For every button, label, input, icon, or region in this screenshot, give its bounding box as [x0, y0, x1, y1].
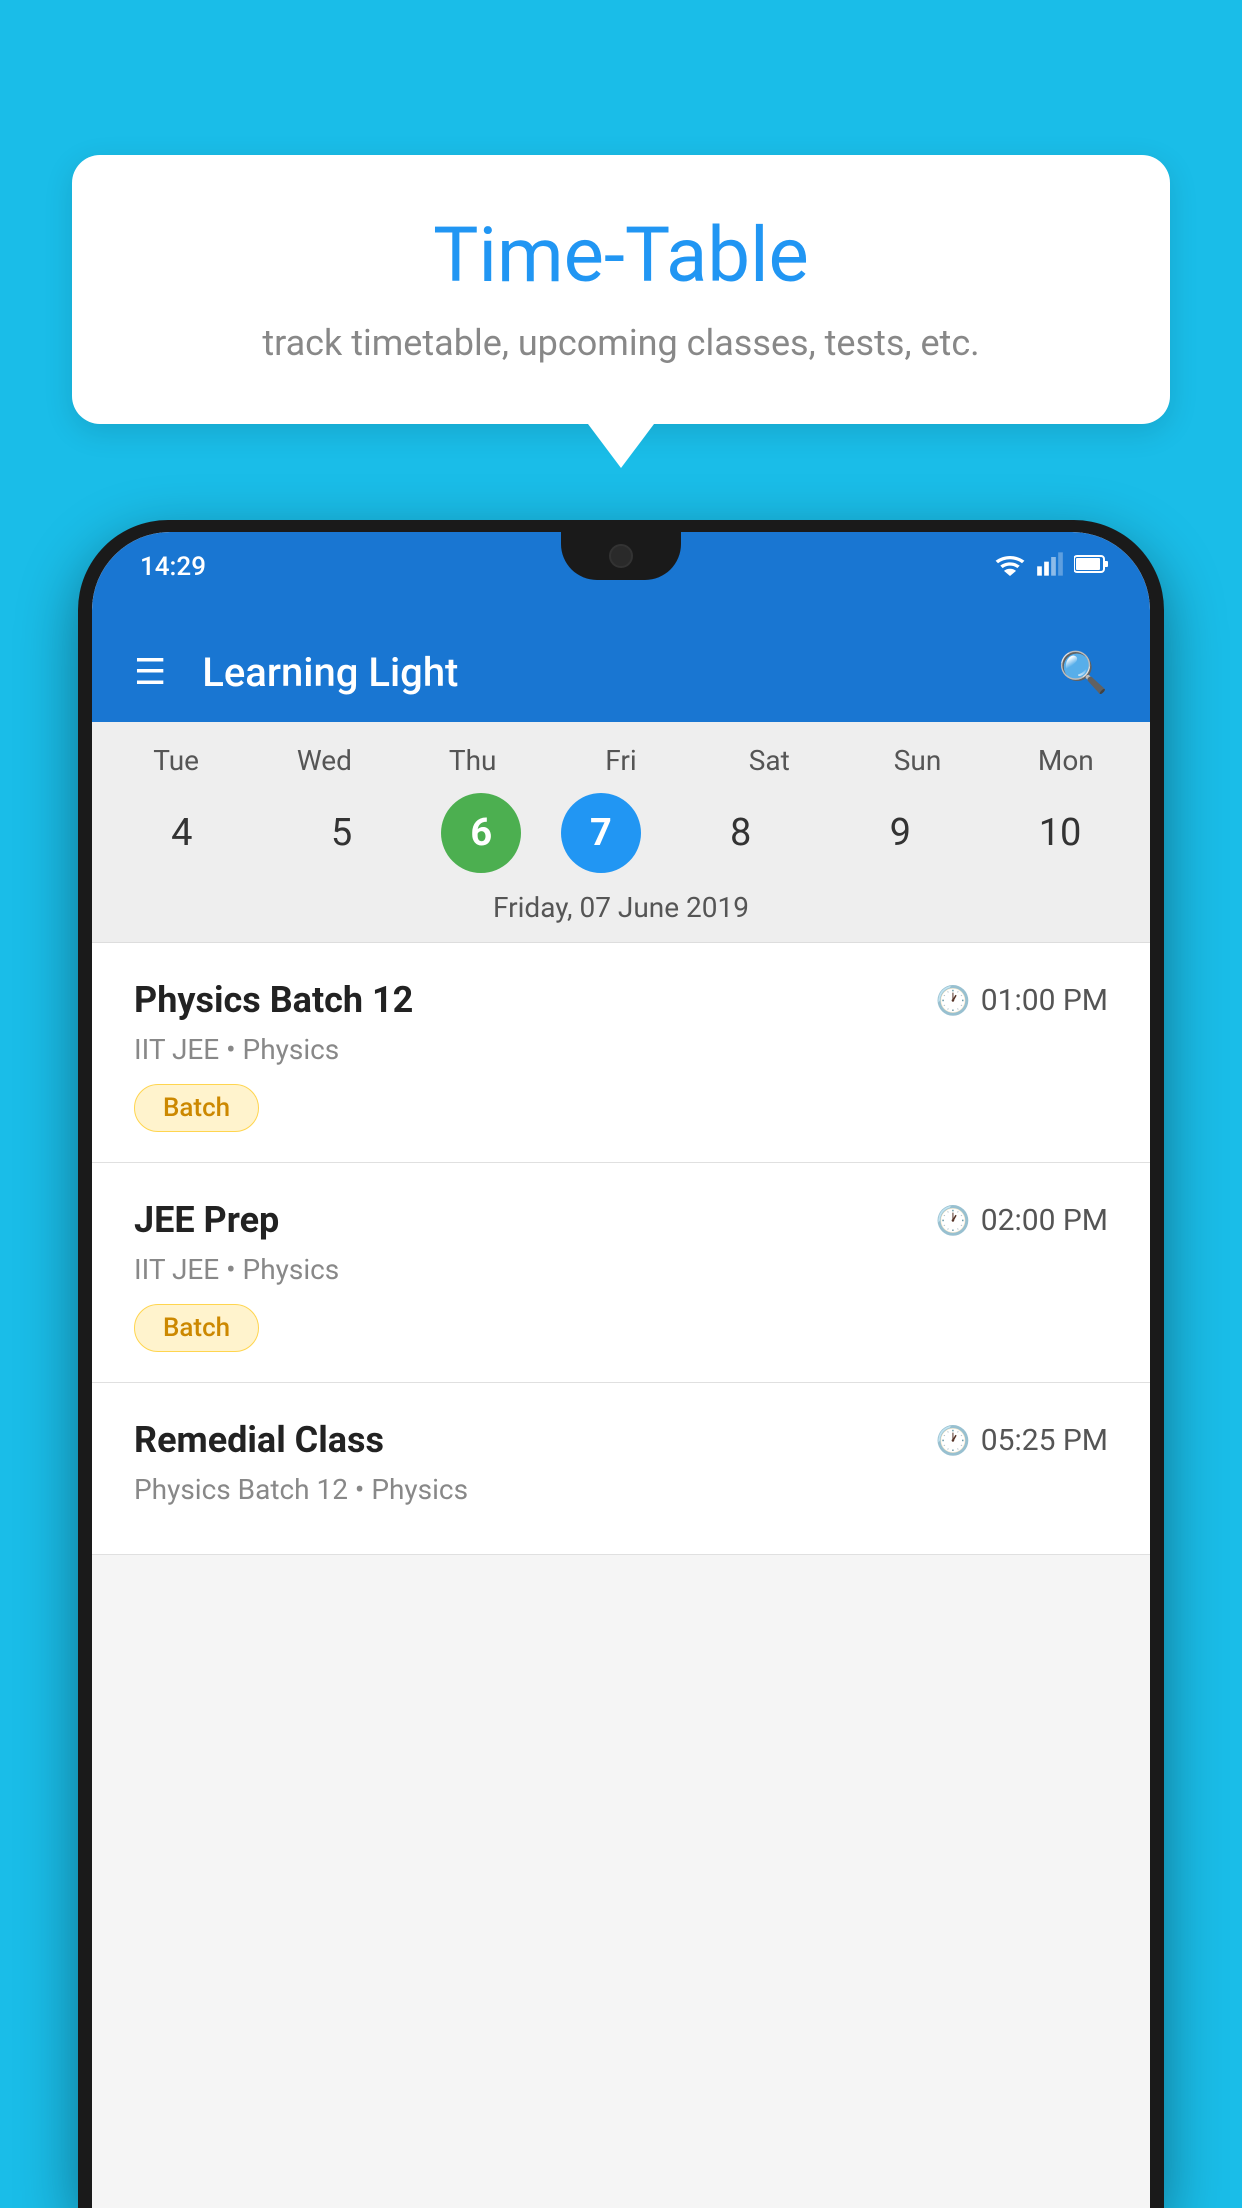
- app-title: Learning Light: [202, 649, 1022, 696]
- day-label-tue: Tue: [116, 744, 236, 777]
- day-label-sat: Sat: [709, 744, 829, 777]
- status-time: 14:29: [140, 552, 206, 582]
- search-icon[interactable]: 🔍: [1058, 649, 1108, 696]
- notch-cutout: [561, 532, 681, 580]
- app-toolbar: ☰ Learning Light 🔍: [92, 622, 1150, 722]
- schedule-item-3[interactable]: Remedial Class 🕐 05:25 PM Physics Batch …: [92, 1383, 1150, 1555]
- tooltip-card: Time-Table track timetable, upcoming cla…: [72, 155, 1170, 424]
- schedule-item-1-subtitle: IIT JEE • Physics: [134, 1033, 1108, 1066]
- phone-frame: 14:29: [78, 520, 1164, 2208]
- day-5[interactable]: 5: [282, 793, 402, 873]
- day-label-mon: Mon: [1006, 744, 1126, 777]
- schedule-item-2-header: JEE Prep 🕐 02:00 PM: [134, 1199, 1108, 1241]
- calendar-days-numbers: 4 5 6 7 8 9 10: [92, 793, 1150, 873]
- schedule-item-2-time: 🕐 02:00 PM: [936, 1203, 1108, 1238]
- tooltip-subtitle: track timetable, upcoming classes, tests…: [132, 322, 1110, 364]
- clock-icon-2: 🕐: [936, 1204, 971, 1237]
- battery-icon: [1074, 553, 1110, 575]
- day-label-sun: Sun: [858, 744, 978, 777]
- schedule-item-1-title: Physics Batch 12: [134, 979, 413, 1021]
- day-6-today[interactable]: 6: [441, 793, 521, 873]
- tooltip-title: Time-Table: [132, 210, 1110, 300]
- day-7-selected[interactable]: 7: [561, 793, 641, 873]
- batch-badge-2: Batch: [134, 1304, 259, 1352]
- clock-icon-3: 🕐: [936, 1424, 971, 1457]
- schedule-item-1-header: Physics Batch 12 🕐 01:00 PM: [134, 979, 1108, 1021]
- schedule-item-1[interactable]: Physics Batch 12 🕐 01:00 PM IIT JEE • Ph…: [92, 943, 1150, 1163]
- day-label-fri: Fri: [561, 744, 681, 777]
- day-4[interactable]: 4: [122, 793, 242, 873]
- wifi-icon: [994, 552, 1026, 576]
- schedule-item-1-time: 🕐 01:00 PM: [936, 983, 1108, 1018]
- schedule-list: Physics Batch 12 🕐 01:00 PM IIT JEE • Ph…: [92, 943, 1150, 1555]
- clock-icon-1: 🕐: [936, 984, 971, 1017]
- day-label-thu: Thu: [413, 744, 533, 777]
- front-camera: [609, 544, 633, 568]
- selected-date-label: Friday, 07 June 2019: [92, 891, 1150, 943]
- schedule-item-2-subtitle: IIT JEE • Physics: [134, 1253, 1108, 1286]
- schedule-item-2[interactable]: JEE Prep 🕐 02:00 PM IIT JEE • Physics Ba…: [92, 1163, 1150, 1383]
- schedule-item-3-time: 🕐 05:25 PM: [936, 1423, 1108, 1458]
- calendar-strip: Tue Wed Thu Fri Sat Sun Mon 4 5 6 7 8 9 …: [92, 722, 1150, 943]
- schedule-item-2-title: JEE Prep: [134, 1199, 279, 1241]
- status-icons: [994, 550, 1110, 578]
- day-label-wed: Wed: [264, 744, 384, 777]
- calendar-days-header: Tue Wed Thu Fri Sat Sun Mon: [92, 744, 1150, 777]
- batch-badge-1: Batch: [134, 1084, 259, 1132]
- schedule-item-3-title: Remedial Class: [134, 1419, 384, 1461]
- schedule-item-3-header: Remedial Class 🕐 05:25 PM: [134, 1419, 1108, 1461]
- status-bar: 14:29: [92, 532, 1150, 622]
- day-10[interactable]: 10: [1000, 793, 1120, 873]
- menu-icon[interactable]: ☰: [134, 654, 166, 690]
- phone-screen: 14:29: [92, 532, 1150, 2208]
- signal-icon: [1036, 550, 1064, 578]
- day-9[interactable]: 9: [840, 793, 960, 873]
- day-8[interactable]: 8: [681, 793, 801, 873]
- schedule-item-3-subtitle: Physics Batch 12 • Physics: [134, 1473, 1108, 1506]
